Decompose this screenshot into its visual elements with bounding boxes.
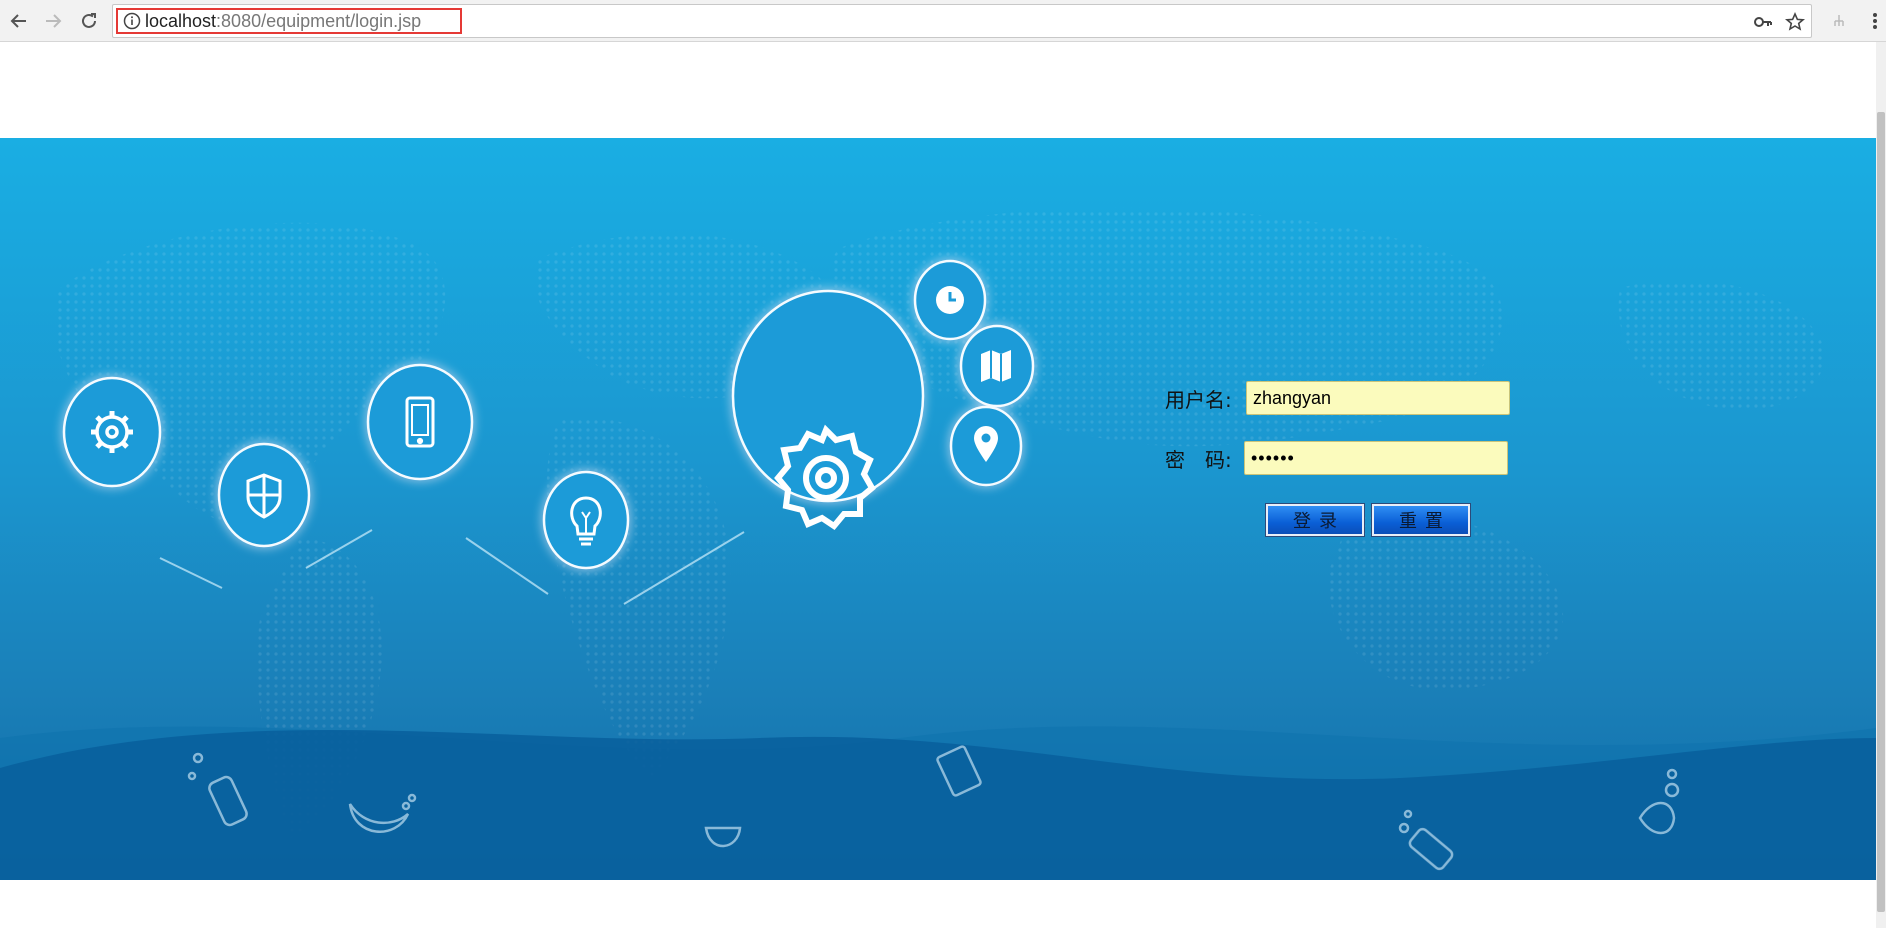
reload-icon [82, 13, 96, 28]
arrow-left-icon [10, 14, 26, 28]
clock-icon [936, 286, 964, 314]
phone-circle [366, 363, 474, 481]
username-label: 用户名: [1165, 388, 1232, 412]
star-icon[interactable] [1785, 12, 1805, 32]
info-icon[interactable] [123, 12, 141, 30]
reload-button[interactable] [76, 8, 102, 34]
scrollbar-thumb[interactable] [1877, 112, 1885, 912]
password-input[interactable] [1244, 441, 1508, 475]
reset-button[interactable]: 重置 [1371, 503, 1471, 537]
url-host: localhost [145, 11, 217, 31]
username-input[interactable] [1246, 381, 1510, 415]
browser-toolbar: localhost:8080/equipment/login.jsp [0, 0, 1886, 42]
extension-button[interactable] [1826, 8, 1852, 34]
banner-illustration [0, 207, 1876, 880]
login-button[interactable]: 登录 [1265, 503, 1365, 537]
address-bar[interactable]: localhost:8080/equipment/login.jsp [112, 4, 1812, 38]
forward-button[interactable] [40, 8, 66, 34]
kebab-menu-icon [1873, 13, 1877, 29]
password-label: 密 码: [1165, 448, 1232, 472]
map-icon [981, 350, 1011, 382]
gear-small-circle [62, 376, 162, 488]
key-icon[interactable] [1753, 12, 1773, 32]
back-button[interactable] [6, 8, 32, 34]
extension-icon [1834, 15, 1844, 26]
arrow-right-icon [46, 14, 62, 28]
url-text[interactable]: localhost:8080/equipment/login.jsp [145, 11, 421, 32]
page-scrollbar[interactable] [1876, 42, 1886, 928]
login-banner [0, 138, 1876, 880]
url-path: :8080/equipment/login.jsp [216, 11, 422, 31]
menu-button[interactable] [1862, 8, 1886, 34]
